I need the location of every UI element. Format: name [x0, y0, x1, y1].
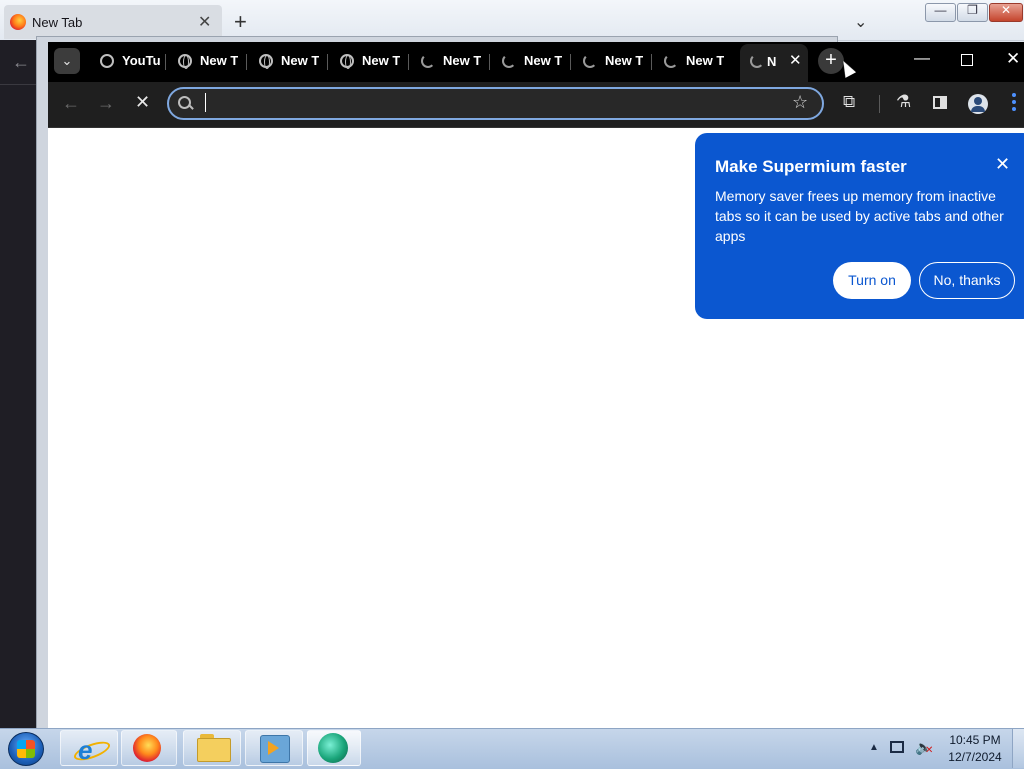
firefox-icon	[133, 734, 161, 762]
side-panel-icon-fill	[940, 96, 947, 109]
firefox-tab-close-icon[interactable]: ✕	[198, 12, 211, 32]
minimize-icon: —	[934, 3, 947, 17]
tab-separator	[408, 54, 409, 70]
tab-label: New T	[281, 53, 319, 68]
tab-label: New T	[443, 53, 481, 68]
tab-label: New T	[200, 53, 238, 68]
loading-icon	[750, 54, 764, 68]
profile-icon-head	[974, 97, 982, 105]
tab-separator	[570, 54, 571, 70]
divider	[0, 84, 40, 85]
new-tab-button[interactable]: +	[818, 48, 844, 74]
tab-search-button[interactable]: ⌄	[54, 48, 80, 74]
globe-icon	[178, 54, 192, 69]
windows-logo-icon	[17, 740, 35, 758]
tab-separator	[246, 54, 247, 70]
loading-icon	[421, 54, 435, 68]
supermium-maximize-icon[interactable]	[961, 54, 973, 66]
globe-icon	[340, 54, 354, 69]
text-caret	[205, 93, 206, 112]
show-desktop-button[interactable]	[1012, 729, 1024, 768]
firefox-tab-title: New Tab	[32, 15, 83, 30]
active-tab-label: N	[767, 54, 777, 69]
star-icon[interactable]: ☆	[792, 92, 808, 113]
tab-label: New T	[524, 53, 562, 68]
restore-icon: ❐	[967, 3, 978, 17]
firefox-back-icon[interactable]: ←	[12, 52, 30, 73]
tab-new-tab[interactable]: New T	[340, 48, 402, 76]
menu-icon[interactable]	[1012, 93, 1016, 111]
show-hidden-icons-icon[interactable]: ▲	[869, 742, 879, 753]
restore-button[interactable]: ❐	[957, 3, 988, 22]
loading-icon	[502, 54, 516, 68]
loading-icon	[583, 54, 597, 68]
tab-separator	[651, 54, 652, 70]
turn-on-button[interactable]: Turn on	[833, 262, 911, 299]
tab-separator	[165, 54, 166, 70]
supermium-icon	[318, 733, 348, 763]
globe-icon	[259, 54, 273, 69]
profile-icon-body	[971, 106, 985, 112]
tab-separator	[489, 54, 490, 70]
toolbar-divider	[879, 95, 880, 113]
back-button[interactable]: ←	[62, 93, 80, 114]
youtube-icon	[100, 54, 114, 68]
minimize-button[interactable]: —	[925, 3, 956, 22]
tab-close-icon[interactable]: ✕	[789, 51, 802, 69]
loading-icon	[664, 54, 678, 68]
promo-close-icon[interactable]: ✕	[995, 154, 1010, 175]
labs-icon[interactable]: ⚗	[896, 92, 911, 112]
clock-date[interactable]: 12/7/2024	[945, 750, 1005, 764]
supermium-close-icon[interactable]: ✕	[1006, 49, 1020, 69]
clock-time[interactable]: 10:45 PM	[945, 733, 1005, 747]
tab-youtube[interactable]: YouTu	[100, 48, 160, 76]
tab-label: YouTu	[122, 53, 160, 68]
folder-icon	[197, 738, 231, 762]
address-input[interactable]	[212, 90, 776, 118]
close-button[interactable]: ✕	[989, 3, 1023, 22]
tab-label: New T	[686, 53, 724, 68]
close-icon: ✕	[1000, 3, 1012, 17]
no-thanks-button[interactable]: No, thanks	[919, 262, 1015, 299]
tab-new-tab-loading[interactable]: New T	[583, 48, 645, 76]
tab-label: New T	[362, 53, 400, 68]
supermium-minimize-icon[interactable]: —	[914, 50, 930, 68]
forward-button[interactable]: →	[97, 93, 115, 114]
firefox-toolbar-strip	[0, 40, 40, 728]
tab-new-tab-loading[interactable]: New T	[421, 48, 483, 76]
play-icon	[268, 741, 279, 755]
extensions-icon[interactable]: ⧉	[843, 92, 855, 112]
promo-body: Memory saver frees up memory from inacti…	[715, 188, 1004, 244]
firefox-new-tab-button[interactable]: +	[234, 9, 247, 35]
promo-title: Make Supermium faster	[715, 157, 907, 176]
internet-explorer-icon: e	[78, 735, 93, 765]
tab-label: New T	[605, 53, 643, 68]
list-all-tabs-icon[interactable]: ⌄	[854, 12, 867, 32]
network-icon[interactable]	[890, 741, 904, 753]
tab-new-tab[interactable]: New T	[259, 48, 321, 76]
muted-icon: ✕	[925, 745, 934, 756]
tab-new-tab-loading[interactable]: New T	[502, 48, 564, 76]
stop-loading-button[interactable]: ✕	[135, 92, 150, 113]
tab-new-tab-loading[interactable]: New T	[664, 48, 726, 76]
tab-separator	[327, 54, 328, 70]
firefox-icon	[10, 14, 26, 30]
tab-new-tab[interactable]: New T	[178, 48, 240, 76]
